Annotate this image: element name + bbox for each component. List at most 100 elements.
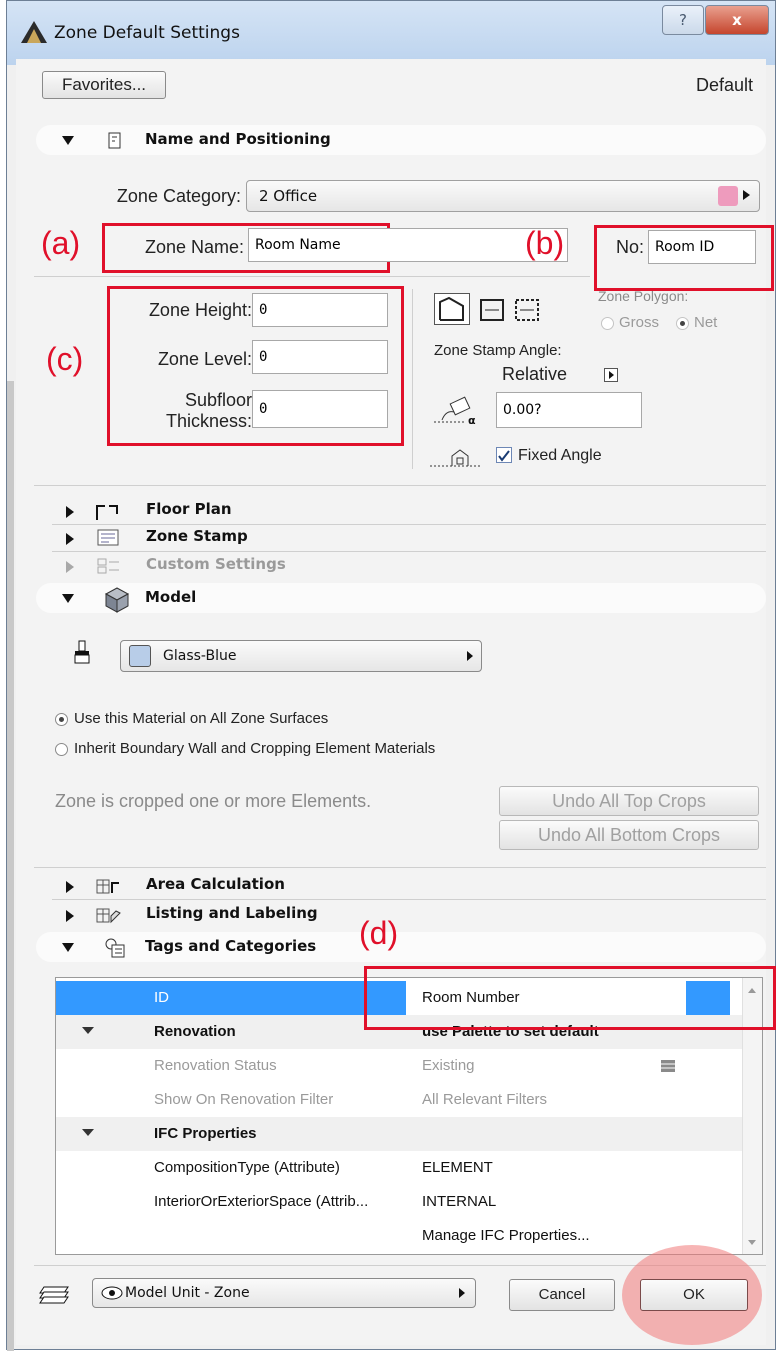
group-expand-icon[interactable] <box>82 1129 94 1136</box>
zone-level-input[interactable]: 0 <box>252 340 388 374</box>
paint-brush-icon <box>74 640 90 664</box>
view-mode-value: Model Unit - Zone <box>125 1285 250 1301</box>
material-dropdown[interactable]: Glass-Blue <box>120 640 482 672</box>
zone-category-dropdown[interactable]: 2 Office <box>246 180 760 212</box>
expand-arrow-icon[interactable] <box>66 881 74 893</box>
zone-height-label: Zone Height: <box>148 300 252 320</box>
divider <box>34 485 766 486</box>
scroll-down-arrow-icon[interactable] <box>748 1240 756 1245</box>
material-swatch <box>129 645 151 667</box>
help-button[interactable]: ? <box>662 5 704 35</box>
model-cube-icon <box>104 587 130 613</box>
category-color-swatch <box>718 186 738 206</box>
section-title: Name and Positioning <box>145 130 331 148</box>
gross-radio[interactable] <box>601 317 614 330</box>
section-model[interactable]: Model <box>36 583 766 613</box>
gross-label: Gross <box>619 314 660 331</box>
polygonal-geometry-button[interactable] <box>434 293 470 325</box>
renovation-status-icon <box>661 1060 675 1072</box>
expand-arrow-icon[interactable] <box>66 506 74 518</box>
table-row[interactable]: InteriorOrExteriorSpace (Attrib... INTER… <box>56 1185 762 1219</box>
row-name: Show On Renovation Filter <box>154 1091 334 1108</box>
table-row[interactable]: IFC Properties <box>56 1117 762 1151</box>
fixed-angle-checkbox[interactable] <box>496 447 512 463</box>
table-row[interactable]: Show On Renovation Filter All Relevant F… <box>56 1083 762 1117</box>
table-row[interactable]: CompositionType (Attribute) ELEMENT <box>56 1151 762 1185</box>
section-floor-plan[interactable]: Floor Plan <box>146 500 232 518</box>
cancel-button[interactable]: Cancel <box>509 1279 615 1311</box>
zone-number-input[interactable]: Room ID <box>648 230 756 264</box>
divider <box>34 276 590 277</box>
row-name: Renovation Status <box>154 1057 277 1074</box>
net-radio[interactable] <box>676 317 689 330</box>
material-name: Glass-Blue <box>163 648 237 664</box>
divider <box>52 524 766 525</box>
fixed-angle-label: Fixed Angle <box>518 447 602 464</box>
zone-height-input[interactable]: 0 <box>252 293 388 327</box>
row-name: InteriorOrExteriorSpace (Attrib... <box>154 1193 369 1210</box>
rectangle-icon <box>480 299 504 321</box>
table-row[interactable]: Manage IFC Properties... <box>56 1219 762 1253</box>
expand-arrow-icon[interactable] <box>66 910 74 922</box>
stamp-angle-input[interactable]: 0.00? <box>496 392 642 428</box>
zone-settings-dialog: Zone Default Settings ? x Favorites... D… <box>6 0 776 1351</box>
material-all-surfaces-label: Use this Material on All Zone Surfaces <box>74 710 329 727</box>
divider <box>34 867 766 868</box>
zone-category-value: 2 Office <box>259 187 318 205</box>
window-left-scroll-edge <box>7 381 14 1351</box>
row-name: Renovation <box>154 1023 236 1040</box>
favorites-button[interactable]: Favorites... <box>42 71 166 99</box>
section-name-positioning[interactable]: Name and Positioning <box>36 125 766 155</box>
view-mode-dropdown[interactable]: Model Unit - Zone <box>92 1278 476 1308</box>
vertical-divider <box>412 289 413 469</box>
group-expand-icon[interactable] <box>82 1027 94 1034</box>
inherit-materials-radio[interactable] <box>55 743 68 756</box>
annotation-d-box <box>364 966 776 1030</box>
section-listing-labeling[interactable]: Listing and Labeling <box>146 904 318 922</box>
no-label: No: <box>615 237 644 257</box>
name-positioning-icon <box>108 132 121 149</box>
floor-plan-icon <box>96 505 118 520</box>
dialog-body: Favorites... Default Name and Positionin… <box>16 59 776 1345</box>
ok-button[interactable]: OK <box>640 1279 748 1311</box>
section-zone-stamp[interactable]: Zone Stamp <box>146 527 248 545</box>
annotation-a: (a) <box>41 225 81 261</box>
close-button[interactable]: x <box>705 5 769 35</box>
dropdown-arrow-icon <box>459 1288 465 1298</box>
annotation-c: (c) <box>46 341 84 377</box>
auto-rectangle-icon <box>515 299 539 321</box>
zone-level-label: Zone Level: <box>157 349 252 369</box>
dropdown-arrow-icon <box>467 651 473 661</box>
collapse-arrow-icon[interactable] <box>62 594 74 603</box>
subfloor-thickness-label: Subfloor Thickness: <box>112 390 252 432</box>
section-area-calculation[interactable]: Area Calculation <box>146 875 285 893</box>
annotation-b: (b) <box>525 225 565 261</box>
relative-menu-button[interactable] <box>604 368 618 382</box>
zone-polygon-label: Zone Polygon: <box>598 288 689 304</box>
zone-name-input[interactable]: Room Name <box>248 228 568 262</box>
divider <box>52 551 766 552</box>
undo-bottom-crops-button[interactable]: Undo All Bottom Crops <box>499 820 759 850</box>
section-tags-categories[interactable]: Tags and Categories <box>36 932 766 962</box>
expand-arrow-icon[interactable] <box>66 533 74 545</box>
table-row[interactable]: Renovation Status Existing <box>56 1049 762 1083</box>
row-value: INTERNAL <box>422 1193 497 1210</box>
undo-top-crops-button[interactable]: Undo All Top Crops <box>499 786 759 816</box>
layers-icon <box>39 1286 69 1304</box>
zone-name-label: Zone Name: <box>144 237 244 257</box>
zone-stamp-icon <box>97 529 119 546</box>
title-bar: Zone Default Settings ? x <box>7 1 775 65</box>
selected-row-highlight <box>56 981 406 1015</box>
rectangle-geometry-button[interactable] <box>478 296 506 324</box>
collapse-arrow-icon[interactable] <box>62 136 74 145</box>
checkmark-icon <box>498 450 510 462</box>
expand-arrow-icon <box>66 561 74 573</box>
subfloor-thickness-input[interactable]: 0 <box>252 390 388 428</box>
relative-label: Relative <box>502 364 568 384</box>
annotation-d: (d) <box>359 915 399 951</box>
collapse-arrow-icon[interactable] <box>62 943 74 952</box>
manage-ifc-properties-link[interactable]: Manage IFC Properties... <box>422 1227 590 1244</box>
material-all-surfaces-radio[interactable] <box>55 713 68 726</box>
default-label: Default <box>696 75 754 95</box>
auto-geometry-button[interactable] <box>512 296 542 324</box>
